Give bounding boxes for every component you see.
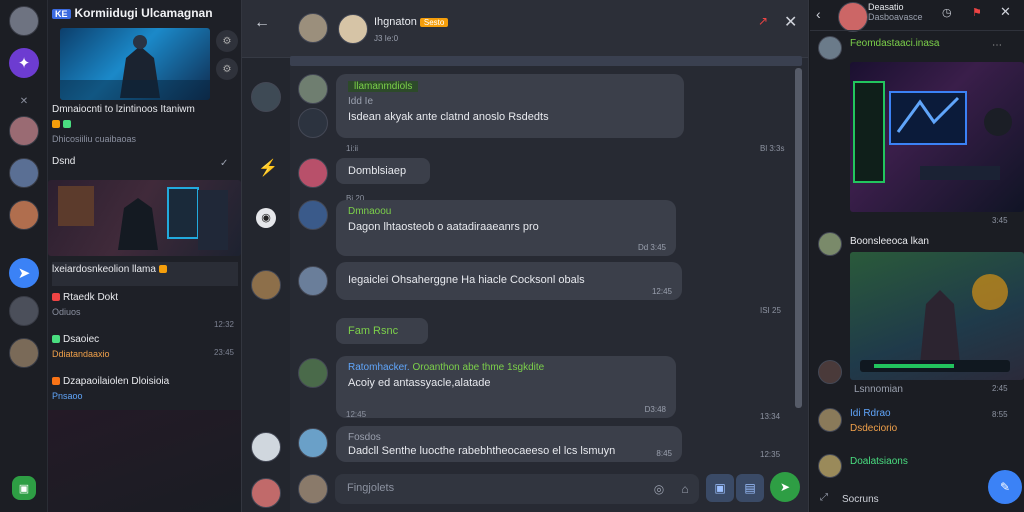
list-item[interactable]: Dsnd [52, 156, 238, 167]
message-bubble[interactable]: Ratomhacker. Oroanthon abe thme 1sgkdite… [336, 356, 676, 418]
list-item[interactable]: Dmnaiocnti to lzintinoos Itaniwm Dhicosi… [52, 104, 238, 144]
contact-avatar[interactable] [298, 13, 328, 43]
share-icon[interactable]: ⤢ [820, 492, 828, 503]
new-chat-icon[interactable]: ▣ [12, 476, 36, 500]
message-time: 1i:ii [346, 144, 359, 153]
message-time: ISI 25 [760, 306, 781, 315]
telegram-icon[interactable]: ➤ [9, 258, 39, 288]
list-item[interactable]: Rtaedk Dokt Odiuos 12:32 [52, 292, 238, 329]
member-avatar[interactable] [251, 432, 281, 462]
app-icon[interactable]: ✦ [9, 48, 39, 78]
settings-icon[interactable]: ⚙ [216, 58, 238, 80]
list-item[interactable]: Dsaoiec Ddiatandaaxio 23:45 [52, 334, 238, 359]
message-bubble[interactable]: Dmnaoou Dagon lhtaosteob o aatadiraaeanr… [336, 200, 676, 256]
media-thumbnail[interactable] [60, 28, 210, 100]
list-title: KE Kormiidugi Ulcamagnan [52, 6, 213, 20]
tag-icon [52, 293, 60, 302]
post-avatar[interactable] [818, 360, 842, 384]
right-panel: ‹ Deasatio Dasboavasce ◷ ⚑ ✕ Feomdastaaci… [810, 0, 1024, 512]
chevron-icon[interactable]: ✓ [220, 158, 228, 169]
message-avatar[interactable] [298, 266, 328, 296]
tag-icon [52, 377, 60, 386]
chat-side-panel: ⚡ ◉ [242, 58, 290, 512]
message-avatar[interactable] [298, 358, 328, 388]
back-arrow-icon[interactable]: ← [254, 14, 270, 32]
attach-icon[interactable]: ⌂ [676, 480, 694, 498]
post-avatar[interactable] [818, 232, 842, 256]
self-avatar[interactable] [298, 474, 328, 504]
header-badge: Sesto [419, 18, 449, 27]
message-time: 12:35 [760, 450, 781, 459]
message-avatar[interactable] [298, 74, 328, 104]
list-item-active[interactable]: lxeiardosnkeolion llama [52, 262, 238, 286]
file-icon[interactable]: ▤ [736, 474, 764, 502]
chat-avatar[interactable] [9, 158, 39, 188]
close-icon[interactable]: ✕ [784, 12, 797, 32]
run-icon[interactable]: ⚡ [258, 158, 278, 178]
chat-avatar[interactable] [9, 200, 39, 230]
contact-avatar[interactable] [338, 14, 368, 44]
chat-avatar[interactable] [9, 338, 39, 368]
close-icon[interactable]: ✕ [1000, 4, 1011, 20]
more-icon[interactable]: ⋯ [992, 40, 1002, 51]
emoji-icon[interactable]: ◎ [650, 480, 668, 498]
message-bubble[interactable]: Iegaiclei Ohsaherggne Ha hiacle Cocksonl… [336, 262, 682, 300]
info-icon[interactable]: ◉ [256, 208, 276, 228]
list-background [48, 410, 241, 512]
tag-icon [63, 119, 71, 128]
pin-icon[interactable]: ↗ [758, 14, 768, 28]
tag-icon [158, 265, 167, 274]
user-avatar[interactable] [9, 6, 39, 36]
message-time: Bl 3:3s [760, 144, 785, 153]
post-avatar[interactable] [818, 454, 842, 478]
message-bubble[interactable]: Domblsiaep [336, 158, 430, 184]
message-bubble[interactable]: llamanmdiols Idd Ie Isdean akyak ante cl… [336, 74, 684, 138]
member-avatar[interactable] [251, 270, 281, 300]
message-avatar[interactable] [298, 200, 328, 230]
post-image[interactable] [850, 62, 1024, 212]
message-bubble[interactable]: Fosdos Dadcll Senthe luocthe rabebhtheoc… [336, 426, 682, 462]
mute-icon[interactable]: ✕ [9, 86, 39, 116]
list-item[interactable]: Dzapaoilaiolen Dloisioia Pnsaoo [52, 376, 238, 401]
message-input[interactable]: Fingjolets [335, 474, 699, 504]
message-avatar[interactable] [298, 428, 328, 458]
compose-button[interactable]: ✎ [988, 470, 1022, 504]
send-button[interactable]: ➤ [770, 472, 800, 502]
server-rail: ✦ ✕ ➤ ▣ [0, 0, 48, 512]
message-time: 12:45 [346, 410, 367, 419]
back-icon[interactable]: ‹ [816, 6, 821, 22]
tag-icon [52, 335, 60, 344]
media-thumbnail[interactable] [48, 180, 241, 256]
post-image[interactable] [850, 252, 1024, 380]
chat-header: ← Ihgnaton Sesto J3 Ie:0 ↗ ✕ [242, 0, 808, 58]
image-icon[interactable]: ▣ [706, 474, 734, 502]
pin-icon[interactable]: ⚑ [972, 6, 982, 19]
progress-bar [290, 56, 802, 66]
tag-icon [52, 119, 60, 128]
post-avatar[interactable] [818, 408, 842, 432]
header-status: J3 Ie:0 [374, 34, 399, 43]
member-avatar[interactable] [251, 82, 281, 112]
title-badge: KE [52, 9, 71, 19]
chat-avatar[interactable] [9, 296, 39, 326]
post-avatar[interactable] [818, 36, 842, 60]
chat-avatar[interactable] [9, 116, 39, 146]
settings-icon[interactable]: ⚙ [216, 30, 238, 52]
message-avatar[interactable] [298, 158, 328, 188]
chat-list: KE Kormiidugi Ulcamagnan ⚙ ⚙ Dmnaiocnti t… [48, 0, 241, 512]
message-avatar[interactable] [298, 108, 328, 138]
history-icon[interactable]: ◷ [942, 6, 952, 19]
member-avatar[interactable] [251, 478, 281, 508]
message-time: 13:34 [760, 412, 781, 421]
message-bubble[interactable]: Fam Rsnc [336, 318, 428, 344]
chat-panel: ← Ihgnaton Sesto J3 Ie:0 ↗ ✕ ⚡ ◉ llamanm… [241, 0, 809, 512]
chat-scrollbar[interactable] [795, 68, 802, 408]
channel-avatar[interactable] [838, 2, 868, 32]
app-root: ✦ ✕ ➤ ▣ KE Kormiidugi Ulcamagnan ⚙ ⚙ Dmna… [0, 0, 1024, 512]
